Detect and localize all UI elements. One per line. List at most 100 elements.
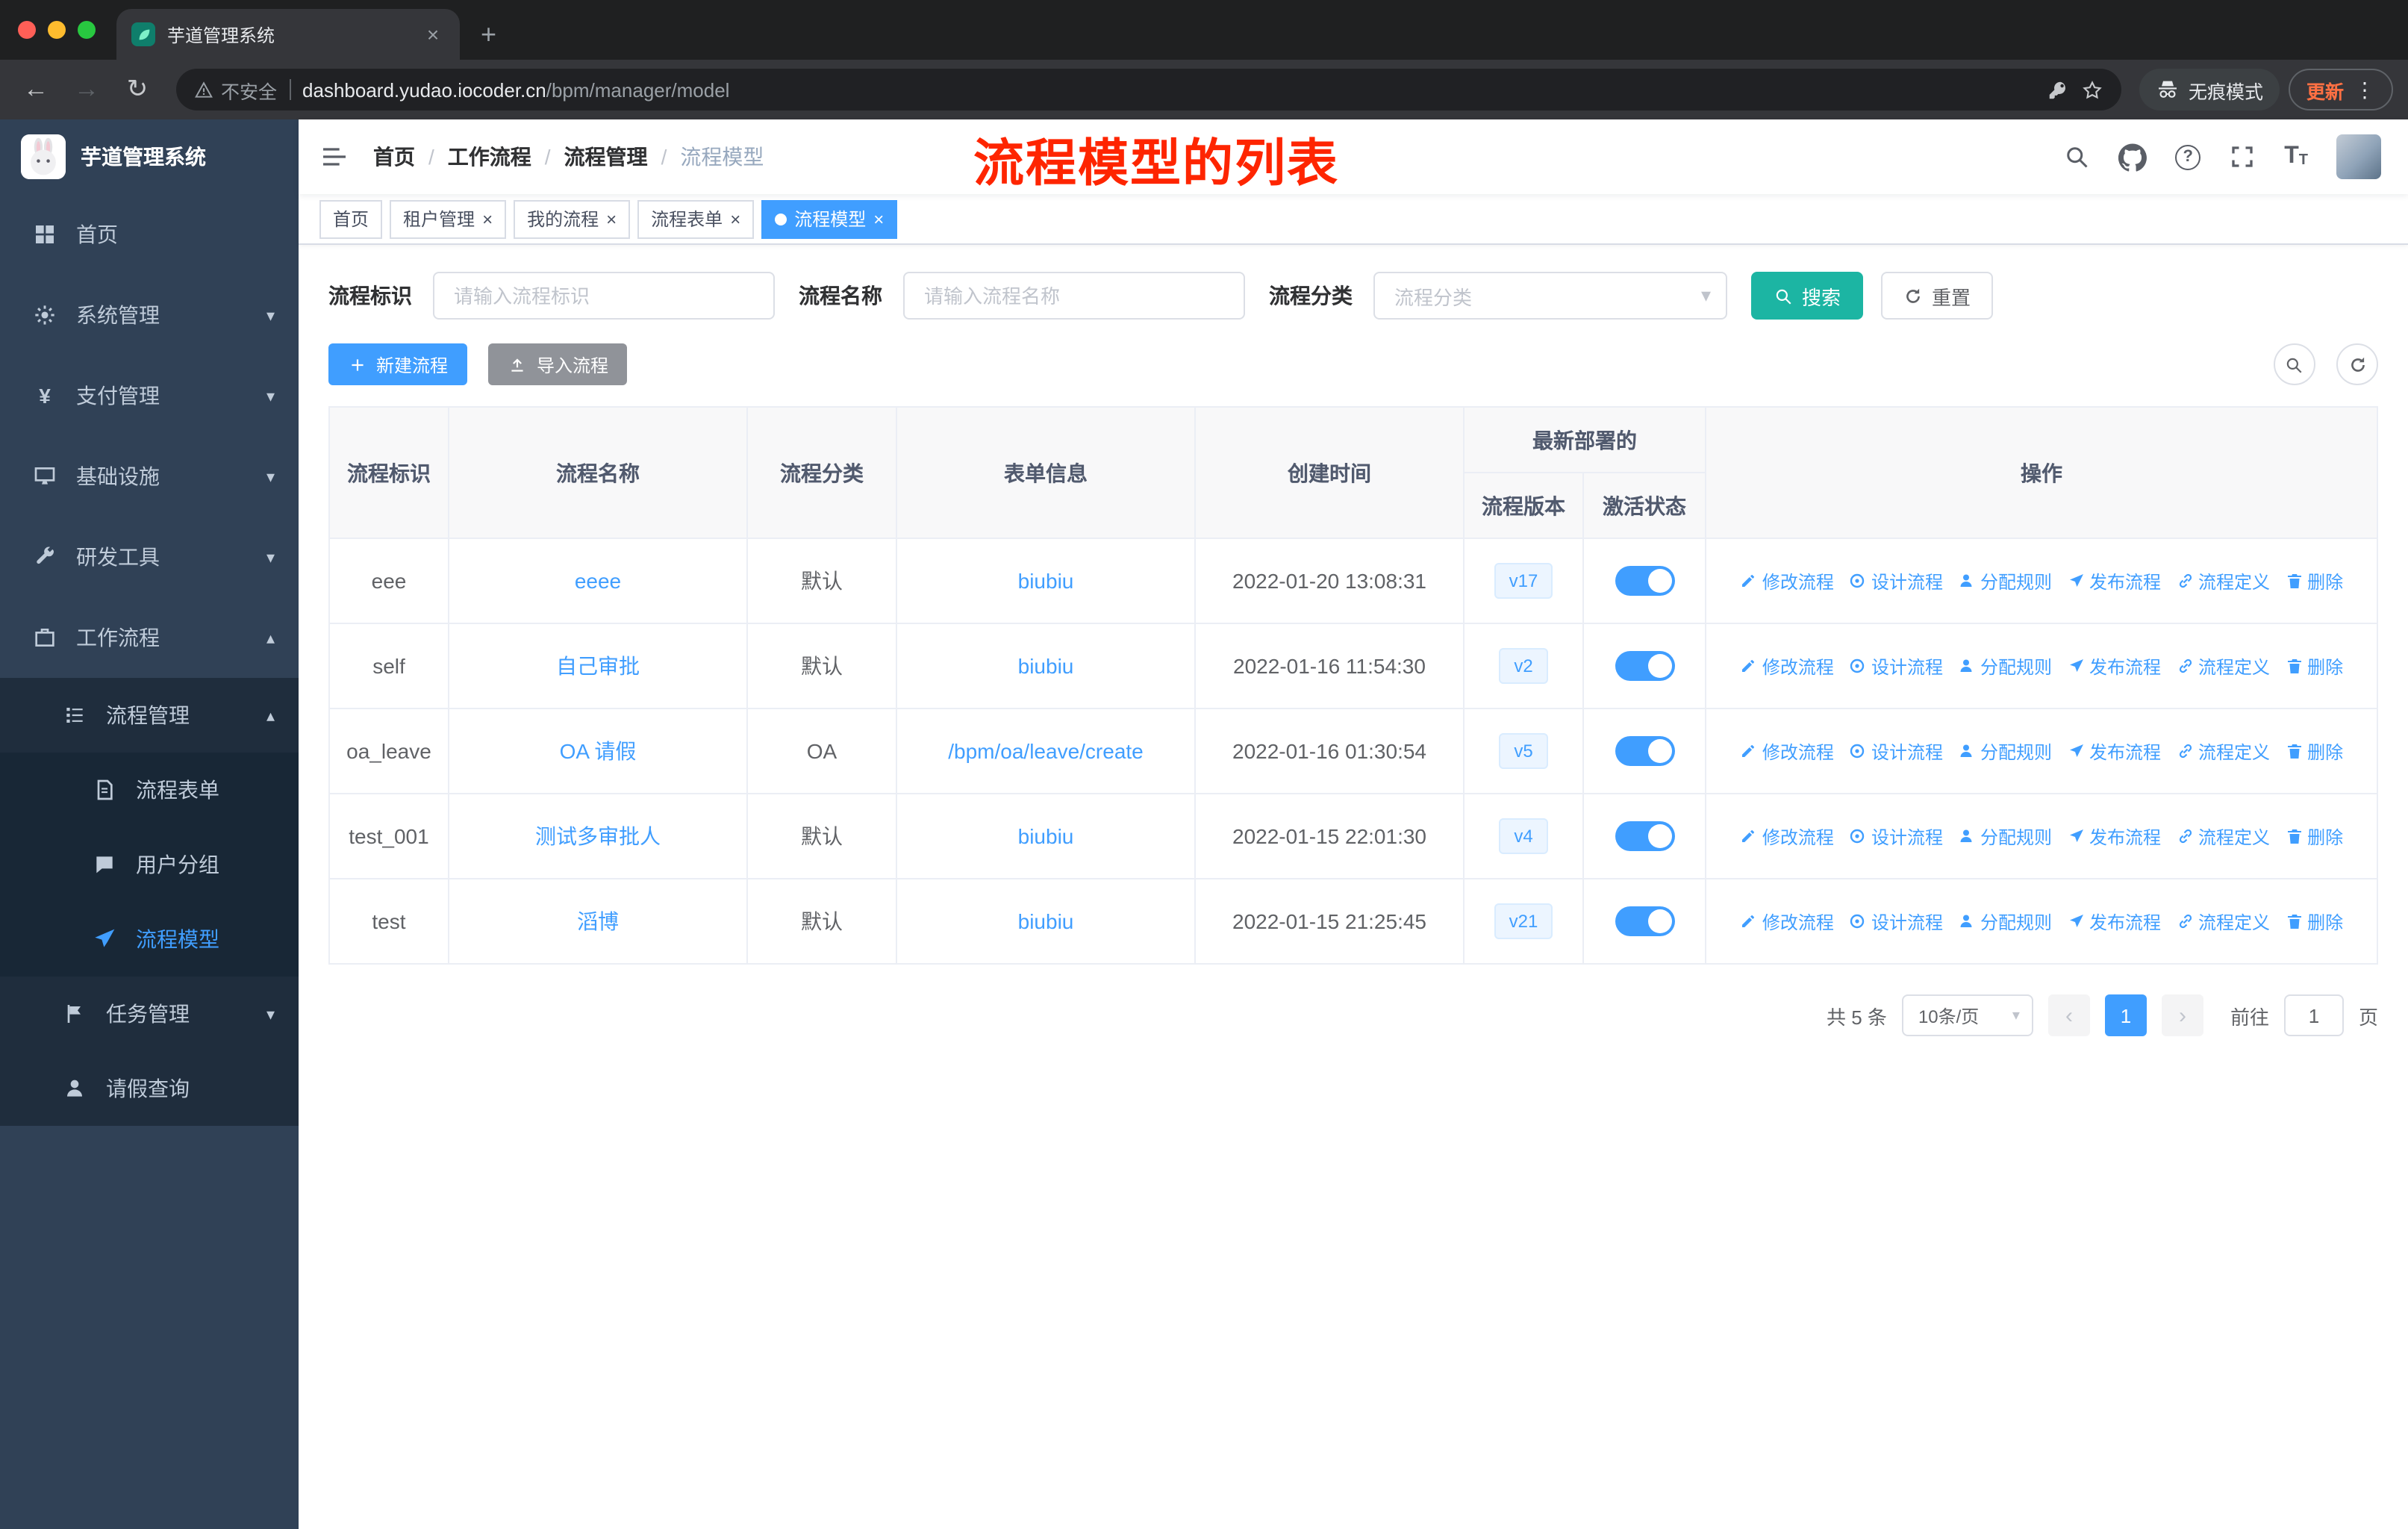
process-definition-link[interactable]: 流程定义 [2176, 909, 2270, 934]
goto-page-input[interactable] [2283, 994, 2344, 1036]
design-process-link[interactable]: 设计流程 [1849, 653, 1943, 679]
tag-process-form[interactable]: 流程表单 × [637, 199, 755, 238]
close-icon[interactable]: × [482, 210, 493, 228]
page-number-button[interactable]: 1 [2104, 994, 2147, 1036]
model-name-link[interactable]: 滔博 [577, 909, 619, 933]
form-info-link[interactable]: biubiu [1018, 824, 1074, 848]
sidebar-item-workflow[interactable]: 工作流程 ▴ [0, 597, 299, 678]
breadcrumb-home[interactable]: 首页 [373, 142, 415, 172]
prev-page-button[interactable]: ‹ [2047, 994, 2090, 1036]
minimize-window-button[interactable] [48, 21, 66, 39]
import-process-button[interactable]: 导入流程 [488, 343, 628, 385]
password-key-icon[interactable] [2047, 78, 2069, 101]
edit-process-link[interactable]: 修改流程 [1740, 738, 1834, 764]
close-icon[interactable]: × [606, 210, 617, 228]
page-size-select[interactable]: 10条/页 ▾ [1901, 994, 2033, 1036]
sidebar-item-home[interactable]: 首页 [0, 194, 299, 275]
fullscreen-icon[interactable] [2229, 143, 2256, 170]
active-toggle[interactable] [1615, 736, 1674, 766]
sidebar-item-system[interactable]: 系统管理 ▾ [0, 275, 299, 355]
process-key-input[interactable] [433, 272, 775, 320]
sidebar-item-process-model[interactable]: 流程模型 [0, 902, 299, 977]
design-process-link[interactable]: 设计流程 [1849, 738, 1943, 764]
delete-process-link[interactable]: 删除 [2285, 568, 2343, 594]
reload-button[interactable]: ↻ [116, 69, 158, 110]
tab-close-icon[interactable]: × [421, 22, 445, 46]
reset-button[interactable]: 重置 [1881, 272, 1994, 320]
close-icon[interactable]: × [730, 210, 740, 228]
assign-rule-link[interactable]: 分配规则 [1958, 909, 2052, 934]
avatar[interactable] [2336, 134, 2381, 179]
edit-process-link[interactable]: 修改流程 [1740, 653, 1834, 679]
design-process-link[interactable]: 设计流程 [1849, 909, 1943, 934]
sidebar-item-infra[interactable]: 基础设施 ▾ [0, 436, 299, 517]
publish-process-link[interactable]: 发布流程 [2067, 568, 2161, 594]
process-definition-link[interactable]: 流程定义 [2176, 738, 2270, 764]
process-definition-link[interactable]: 流程定义 [2176, 823, 2270, 849]
delete-process-link[interactable]: 删除 [2285, 909, 2343, 934]
design-process-link[interactable]: 设计流程 [1849, 823, 1943, 849]
sidebar-logo[interactable]: 芋道管理系统 [0, 119, 299, 194]
model-name-link[interactable]: 测试多审批人 [535, 824, 661, 848]
back-button[interactable]: ← [15, 69, 57, 110]
hamburger-icon[interactable] [319, 142, 349, 172]
font-size-icon[interactable]: TT [2284, 144, 2308, 169]
process-name-input[interactable] [903, 272, 1245, 320]
assign-rule-link[interactable]: 分配规则 [1958, 823, 2052, 849]
assign-rule-link[interactable]: 分配规则 [1958, 568, 2052, 594]
search-icon[interactable] [2063, 143, 2090, 170]
create-process-button[interactable]: 新建流程 [328, 343, 468, 385]
sidebar-item-devtools[interactable]: 研发工具 ▾ [0, 517, 299, 597]
forward-button[interactable]: → [66, 69, 107, 110]
publish-process-link[interactable]: 发布流程 [2067, 909, 2161, 934]
search-button[interactable]: 搜索 [1751, 272, 1864, 320]
security-status[interactable]: 不安全 [194, 75, 277, 104]
browser-menu-icon[interactable]: ⋮ [2354, 77, 2375, 102]
active-toggle[interactable] [1615, 906, 1674, 936]
close-window-button[interactable] [18, 21, 36, 39]
form-info-link[interactable]: /bpm/oa/leave/create [948, 739, 1144, 763]
new-tab-button[interactable]: + [460, 19, 517, 60]
delete-process-link[interactable]: 删除 [2285, 823, 2343, 849]
refresh-table-button[interactable] [2336, 343, 2378, 385]
tag-my-process[interactable]: 我的流程 × [514, 199, 631, 238]
assign-rule-link[interactable]: 分配规则 [1958, 653, 2052, 679]
breadcrumb-workflow[interactable]: 工作流程 [448, 142, 531, 172]
help-icon[interactable]: ? [2175, 144, 2201, 169]
model-name-link[interactable]: eeee [575, 569, 621, 593]
active-toggle[interactable] [1615, 821, 1674, 851]
browser-update-button[interactable]: 更新 ⋮ [2288, 69, 2393, 110]
bookmark-star-icon[interactable] [2081, 78, 2103, 101]
delete-process-link[interactable]: 删除 [2285, 653, 2343, 679]
form-info-link[interactable]: biubiu [1018, 909, 1074, 933]
sidebar-item-process-form[interactable]: 流程表单 [0, 753, 299, 827]
form-info-link[interactable]: biubiu [1018, 654, 1074, 678]
process-definition-link[interactable]: 流程定义 [2176, 568, 2270, 594]
browser-tab[interactable]: 芋道管理系统 × [116, 9, 460, 60]
active-toggle[interactable] [1615, 566, 1674, 596]
edit-process-link[interactable]: 修改流程 [1740, 909, 1834, 934]
process-definition-link[interactable]: 流程定义 [2176, 653, 2270, 679]
edit-process-link[interactable]: 修改流程 [1740, 568, 1834, 594]
address-bar[interactable]: 不安全 dashboard.yudao.iocoder.cn/bpm/manag… [176, 69, 2121, 110]
delete-process-link[interactable]: 删除 [2285, 738, 2343, 764]
zoom-window-button[interactable] [78, 21, 96, 39]
tag-process-model[interactable]: 流程模型 × [761, 199, 898, 238]
sidebar-item-task-mgmt[interactable]: 任务管理 ▾ [0, 977, 299, 1051]
next-page-button[interactable]: › [2161, 994, 2203, 1036]
sidebar-item-payment[interactable]: ¥ 支付管理 ▾ [0, 355, 299, 436]
publish-process-link[interactable]: 发布流程 [2067, 823, 2161, 849]
model-name-link[interactable]: OA 请假 [560, 739, 637, 763]
design-process-link[interactable]: 设计流程 [1849, 568, 1943, 594]
sidebar-item-process-mgmt[interactable]: 流程管理 ▴ [0, 678, 299, 753]
sidebar-item-leave-query[interactable]: 请假查询 [0, 1051, 299, 1126]
active-toggle[interactable] [1615, 651, 1674, 681]
tag-tenant[interactable]: 租户管理 × [390, 199, 507, 238]
toggle-search-button[interactable] [2273, 343, 2315, 385]
breadcrumb-process-mgmt[interactable]: 流程管理 [564, 142, 648, 172]
form-info-link[interactable]: biubiu [1018, 569, 1074, 593]
close-icon[interactable]: × [873, 210, 884, 228]
edit-process-link[interactable]: 修改流程 [1740, 823, 1834, 849]
github-icon[interactable] [2118, 143, 2147, 171]
assign-rule-link[interactable]: 分配规则 [1958, 738, 2052, 764]
